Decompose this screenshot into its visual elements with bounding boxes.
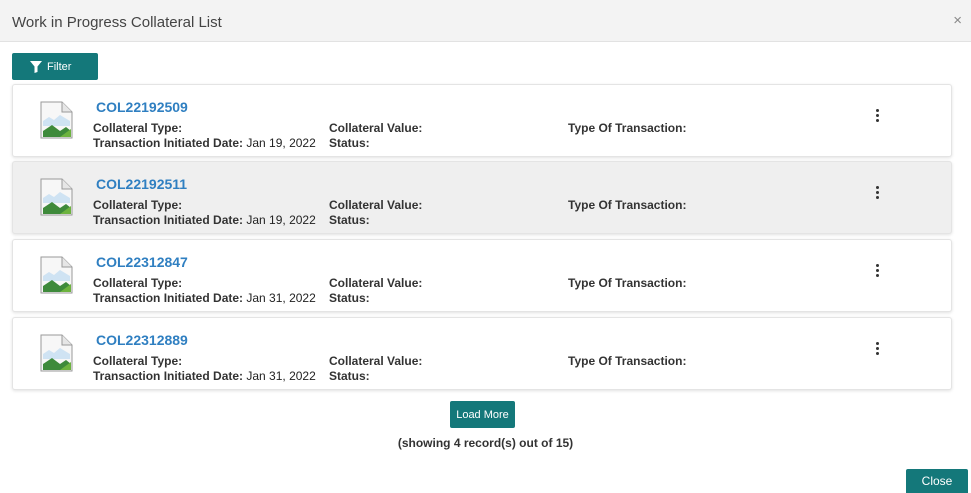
collateral-card[interactable]: COL22312847 Collateral Type: Collateral … [12,239,952,312]
more-actions-icon[interactable] [875,342,881,356]
type-of-transaction-label: Type Of Transaction: [568,121,687,135]
filter-icon [30,60,42,73]
transaction-date-value: Jan 19, 2022 [246,213,316,227]
collateral-value-label: Collateral Value: [329,198,423,212]
transaction-date-row: Transaction Initiated Date: Jan 19, 2022 [93,213,316,227]
broken-image-icon [40,178,73,216]
collateral-card[interactable]: COL22312889 Collateral Type: Collateral … [12,317,952,390]
transaction-date-value: Jan 31, 2022 [246,369,316,383]
transaction-date-row: Transaction Initiated Date: Jan 31, 2022 [93,369,316,383]
status-label: Status: [329,369,370,383]
status-label: Status: [329,213,370,227]
transaction-date-row: Transaction Initiated Date: Jan 31, 2022 [93,291,316,305]
collateral-card[interactable]: COL22192509 Collateral Type: Collateral … [12,84,952,157]
collateral-value-label: Collateral Value: [329,276,423,290]
collateral-id-link[interactable]: COL22192509 [96,99,188,115]
collateral-type-label: Collateral Type: [93,354,183,368]
load-more-button[interactable]: Load More [450,401,515,428]
transaction-date-value: Jan 19, 2022 [246,136,316,150]
broken-image-icon [40,256,73,294]
collateral-id-link[interactable]: COL22312889 [96,332,188,348]
broken-image-icon [40,101,73,139]
status-label: Status: [329,291,370,305]
collateral-value-label: Collateral Value: [329,121,423,135]
status-label: Status: [329,136,370,150]
record-count-text: (showing 4 record(s) out of 15) [397,436,574,450]
transaction-date-row: Transaction Initiated Date: Jan 19, 2022 [93,136,316,150]
transaction-date-value: Jan 31, 2022 [246,291,316,305]
more-actions-icon[interactable] [875,109,881,123]
dialog-title: Work in Progress Collateral List [12,14,222,31]
type-of-transaction-label: Type Of Transaction: [568,198,687,212]
collateral-value-label: Collateral Value: [329,354,423,368]
close-icon[interactable]: × [953,12,962,29]
collateral-card[interactable]: COL22192511 Collateral Type: Collateral … [12,161,952,234]
more-actions-icon[interactable] [875,186,881,200]
broken-image-icon [40,334,73,372]
transaction-date-label: Transaction Initiated Date: [93,136,244,150]
collateral-type-label: Collateral Type: [93,121,183,135]
transaction-date-label: Transaction Initiated Date: [93,291,244,305]
collateral-type-label: Collateral Type: [93,198,183,212]
collateral-id-link[interactable]: COL22312847 [96,254,188,270]
close-button[interactable]: Close [906,469,968,493]
type-of-transaction-label: Type Of Transaction: [568,354,687,368]
transaction-date-label: Transaction Initiated Date: [93,213,244,227]
type-of-transaction-label: Type Of Transaction: [568,276,687,290]
more-actions-icon[interactable] [875,264,881,278]
collateral-type-label: Collateral Type: [93,276,183,290]
dialog-header: Work in Progress Collateral List × [0,0,971,42]
transaction-date-label: Transaction Initiated Date: [93,369,244,383]
filter-button[interactable]: Filter [12,53,98,80]
filter-button-label: Filter [47,60,72,73]
collateral-id-link[interactable]: COL22192511 [96,176,187,192]
